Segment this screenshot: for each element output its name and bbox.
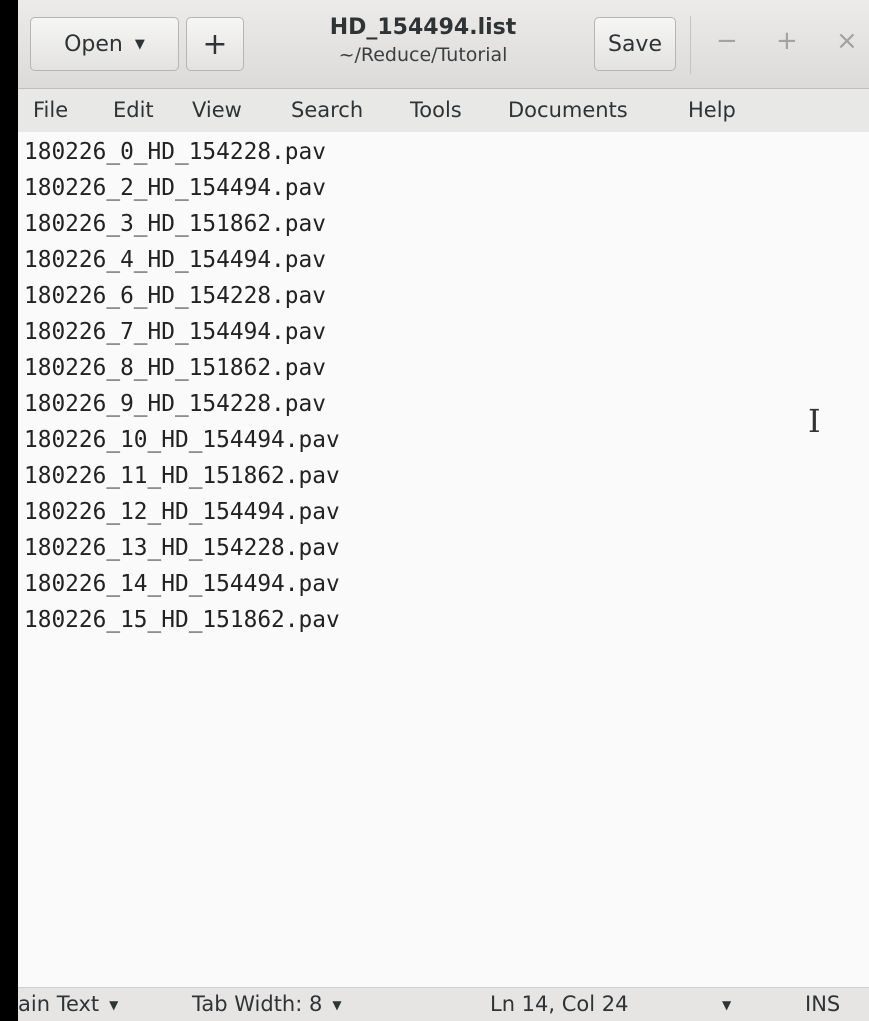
tab-width-selector[interactable]: Tab Width: 8 ▼ (192, 992, 342, 1016)
plus-icon: + (202, 26, 228, 62)
insert-mode[interactable]: INS (805, 992, 840, 1016)
text-line[interactable]: 180226_0_HD_154228.pav (24, 134, 326, 170)
minimize-icon[interactable]: − (716, 26, 738, 56)
window-subtitle: ~/Reduce/Tutorial (338, 44, 508, 66)
text-line[interactable]: 180226_8_HD_151862.pav (24, 350, 326, 386)
language-selector[interactable]: ain Text ▼ (18, 992, 118, 1016)
cursor-position: Ln 14, Col 24 (490, 992, 629, 1016)
text-line[interactable]: 180226_12_HD_154494.pav (24, 494, 340, 530)
i-beam-cursor-icon: I (808, 402, 821, 440)
tab-width-label: Tab Width: 8 (192, 992, 323, 1016)
language-label: ain Text (18, 992, 100, 1016)
text-line[interactable]: 180226_4_HD_154494.pav (24, 242, 326, 278)
menu-bar: File Edit View Search Tools Documents He… (18, 89, 869, 132)
text-line[interactable]: 180226_11_HD_151862.pav (24, 458, 340, 494)
editor-window: Open ▼ + HD_154494.list ~/Reduce/Tutoria… (18, 0, 869, 1021)
text-line[interactable]: 180226_9_HD_154228.pav (24, 386, 326, 422)
text-line[interactable]: 180226_3_HD_151862.pav (24, 206, 326, 242)
position-dropdown[interactable]: ▼ (712, 992, 731, 1016)
text-line[interactable]: 180226_6_HD_154228.pav (24, 278, 326, 314)
menu-edit[interactable]: Edit (113, 98, 154, 122)
menu-tools[interactable]: Tools (410, 98, 462, 122)
new-document-button[interactable]: + (186, 17, 244, 71)
menu-view[interactable]: View (192, 98, 242, 122)
close-icon[interactable]: × (836, 26, 858, 56)
text-line[interactable]: 180226_7_HD_154494.pav (24, 314, 326, 350)
menu-help[interactable]: Help (688, 98, 736, 122)
chevron-down-icon: ▼ (332, 998, 342, 1012)
window-title: HD_154494.list (329, 15, 517, 40)
menu-file[interactable]: File (33, 98, 68, 122)
text-line[interactable]: 180226_10_HD_154494.pav (24, 422, 340, 458)
save-button-label: Save (607, 31, 662, 57)
header-bar: Open ▼ + HD_154494.list ~/Reduce/Tutoria… (18, 0, 869, 89)
menu-documents[interactable]: Documents (508, 98, 628, 122)
save-button[interactable]: Save (594, 17, 676, 71)
open-button-label: Open (64, 31, 123, 57)
chevron-down-icon: ▼ (722, 998, 732, 1012)
text-editor[interactable]: 180226_0_HD_154228.pav 180226_2_HD_15449… (18, 132, 869, 987)
title-block: HD_154494.list ~/Reduce/Tutorial (268, 14, 578, 68)
chevron-down-icon: ▼ (109, 998, 119, 1012)
open-button[interactable]: Open ▼ (30, 17, 179, 71)
maximize-icon[interactable]: + (776, 26, 798, 56)
menu-search[interactable]: Search (291, 98, 363, 122)
header-separator (690, 16, 691, 74)
text-line[interactable]: 180226_14_HD_154494.pav (24, 566, 340, 602)
chevron-down-icon: ▼ (134, 36, 145, 52)
text-line[interactable]: 180226_15_HD_151862.pav (24, 602, 340, 638)
text-line[interactable]: 180226_2_HD_154494.pav (24, 170, 326, 206)
status-bar: ain Text ▼ Tab Width: 8 ▼ Ln 14, Col 24 ▼ … (18, 987, 869, 1021)
text-line[interactable]: 180226_13_HD_154228.pav (24, 530, 340, 566)
